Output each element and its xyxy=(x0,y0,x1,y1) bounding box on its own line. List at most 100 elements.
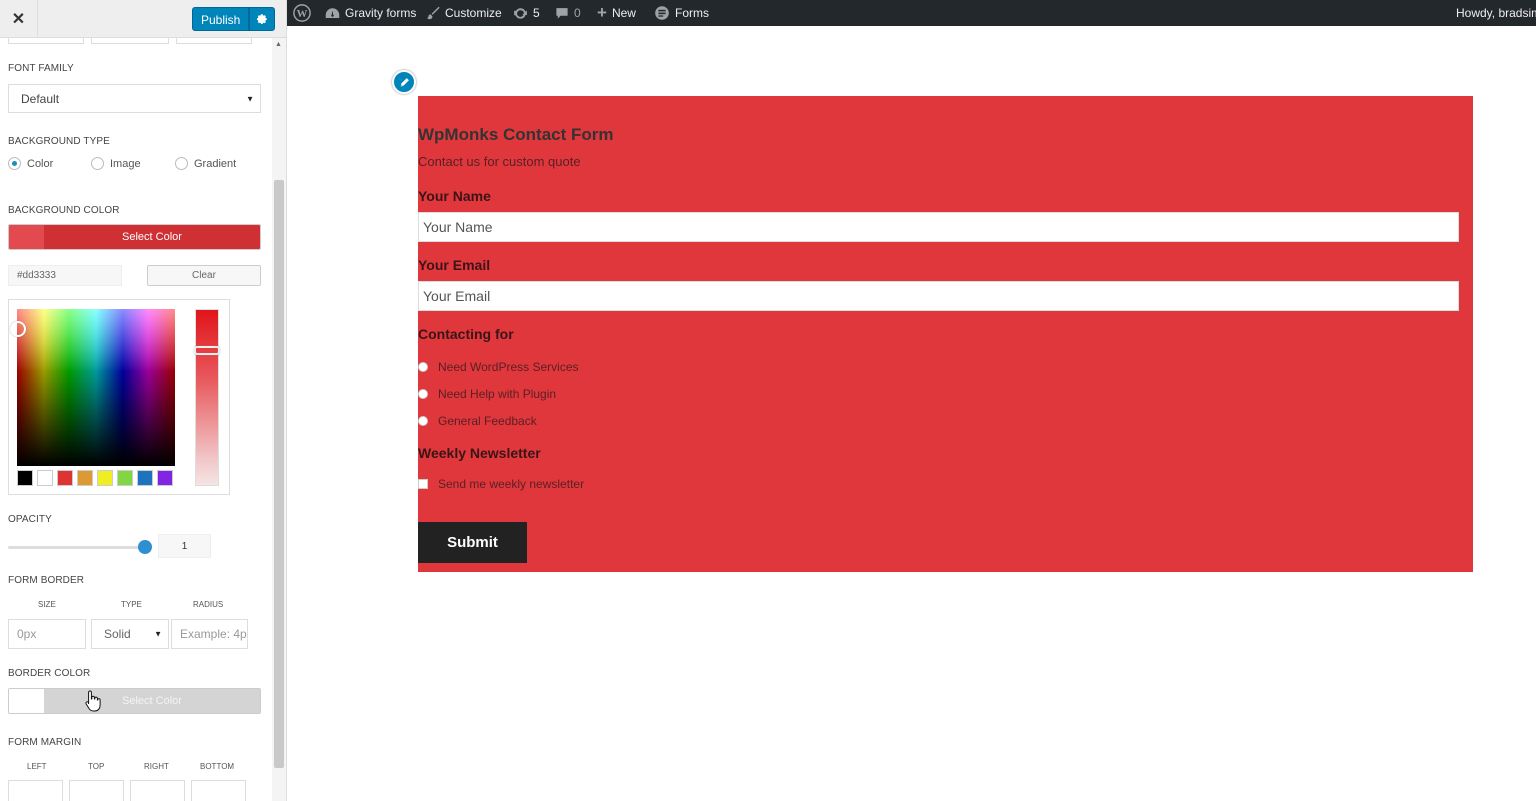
border-type-value: Solid xyxy=(104,627,131,641)
prev-field[interactable] xyxy=(91,38,169,44)
submit-button[interactable]: Submit xyxy=(418,522,527,563)
margin-right-input[interactable] xyxy=(130,780,185,801)
close-button[interactable]: ✕ xyxy=(0,0,38,38)
border-color-button[interactable]: Select Color xyxy=(8,688,261,714)
saturation-area[interactable] xyxy=(17,309,175,466)
email-input[interactable]: Your Email xyxy=(418,281,1459,311)
margin-top-input[interactable] xyxy=(69,780,124,801)
radio-circle-icon[interactable] xyxy=(418,389,428,399)
customize-label: Customize xyxy=(445,6,502,20)
plus-icon: + xyxy=(597,3,607,22)
radio-circle-icon[interactable] xyxy=(418,362,428,372)
palette-swatch[interactable] xyxy=(97,470,113,486)
radio-color[interactable]: Color xyxy=(8,157,53,170)
form-margin-label: FORM MARGIN xyxy=(8,737,82,748)
updates-count: 5 xyxy=(533,6,540,20)
comment-bubble-icon xyxy=(556,8,568,19)
border-type-select[interactable]: Solid ▼ xyxy=(91,619,169,649)
contact-option[interactable]: Need Help with Plugin xyxy=(418,387,556,401)
prev-field[interactable] xyxy=(8,38,84,44)
updates-icon xyxy=(514,7,527,19)
option-label: Send me weekly newsletter xyxy=(438,477,585,491)
border-size-label: SIZE xyxy=(38,600,56,609)
palette-swatch[interactable] xyxy=(17,470,33,486)
margin-top-label: TOP xyxy=(88,762,105,771)
font-family-select[interactable]: Default ▼ xyxy=(8,84,261,113)
radio-gradient[interactable]: Gradient xyxy=(175,157,236,170)
howdy-user-link[interactable]: Howdy, bradsim xyxy=(1456,0,1536,26)
color-palette xyxy=(17,470,173,486)
margin-left-label: LEFT xyxy=(27,762,47,771)
updates-link[interactable]: 5 xyxy=(513,0,540,26)
forms-icon xyxy=(655,6,669,20)
howdy-label: Howdy, bradsim xyxy=(1456,6,1536,20)
contact-option[interactable]: General Feedback xyxy=(418,414,537,428)
opacity-slider-handle[interactable] xyxy=(138,540,152,554)
prev-field[interactable] xyxy=(176,38,252,44)
name-input[interactable]: Your Name xyxy=(418,212,1459,242)
site-name-link[interactable]: Gravity forms xyxy=(325,0,416,26)
email-label: Your Email xyxy=(418,257,491,273)
comments-link[interactable]: 0 xyxy=(555,0,581,26)
radio-image[interactable]: Image xyxy=(91,157,141,170)
contact-option[interactable]: Need WordPress Services xyxy=(418,360,579,374)
publish-settings-button[interactable] xyxy=(249,7,276,31)
hex-color-input[interactable]: #dd3333 xyxy=(8,265,122,286)
pencil-icon xyxy=(400,77,409,87)
forms-link[interactable]: Forms xyxy=(654,0,709,26)
form-title: WpMonks Contact Form xyxy=(418,125,614,144)
publish-button[interactable]: Publish xyxy=(192,7,250,31)
hue-strip[interactable] xyxy=(195,309,219,486)
site-name: Gravity forms xyxy=(345,6,417,20)
contacting-for-label: Contacting for xyxy=(418,326,514,342)
caret-down-icon: ▼ xyxy=(246,94,254,103)
radio-circle-icon xyxy=(91,157,104,170)
scrollbar-thumb[interactable] xyxy=(274,180,284,768)
brush-icon xyxy=(427,6,440,20)
newsletter-label: Weekly Newsletter xyxy=(418,445,541,461)
hand-cursor-icon xyxy=(85,690,101,712)
radio-circle-icon[interactable] xyxy=(418,416,428,426)
palette-swatch[interactable] xyxy=(77,470,93,486)
border-size-input[interactable]: 0px xyxy=(8,619,86,649)
background-color-label: BACKGROUND COLOR xyxy=(8,205,120,216)
form-border-label: FORM BORDER xyxy=(8,575,85,586)
palette-swatch[interactable] xyxy=(57,470,73,486)
svg-text:W: W xyxy=(297,8,308,20)
newsletter-option[interactable]: Send me weekly newsletter xyxy=(418,477,584,491)
hue-handle[interactable] xyxy=(194,346,220,355)
wordpress-logo-button[interactable]: W xyxy=(293,0,311,26)
radio-circle-icon xyxy=(175,157,188,170)
margin-left-input[interactable] xyxy=(8,780,63,801)
caret-down-icon: ▼ xyxy=(154,629,162,639)
new-label: New xyxy=(611,6,636,20)
margin-right-label: RIGHT xyxy=(144,762,169,771)
margin-bottom-input[interactable] xyxy=(191,780,246,801)
palette-swatch[interactable] xyxy=(117,470,133,486)
edit-shortcut-button[interactable] xyxy=(392,70,416,94)
panel-scrollbar[interactable]: ▲ xyxy=(272,38,286,801)
opacity-slider-track[interactable] xyxy=(8,546,146,549)
saturation-handle[interactable] xyxy=(10,321,26,337)
clear-color-button[interactable]: Clear xyxy=(147,265,261,286)
palette-swatch[interactable] xyxy=(137,470,153,486)
form-description: Contact us for custom quote xyxy=(418,154,581,169)
forms-label: Forms xyxy=(675,6,709,20)
checkbox-icon[interactable] xyxy=(418,479,428,489)
new-content-link[interactable]: + New xyxy=(597,0,636,26)
background-color-button[interactable]: Select Color xyxy=(8,224,261,250)
palette-swatch[interactable] xyxy=(37,470,53,486)
color-swatch xyxy=(9,225,44,249)
border-radius-input[interactable]: Example: 4px xyxy=(171,619,248,649)
palette-swatch[interactable] xyxy=(157,470,173,486)
site-preview: WpMonks Contact Form Contact us for cust… xyxy=(287,26,1536,801)
border-radius-label: RADIUS xyxy=(193,600,224,609)
wp-admin-bar: W Gravity forms Customize 5 0 + New Form… xyxy=(287,0,1536,26)
radio-label: Color xyxy=(27,157,54,170)
previous-field-row xyxy=(8,38,264,44)
customize-link[interactable]: Customize xyxy=(426,0,502,26)
contact-form: WpMonks Contact Form Contact us for cust… xyxy=(418,96,1473,572)
option-label: Need WordPress Services xyxy=(438,360,579,374)
scroll-up-icon[interactable]: ▲ xyxy=(275,41,282,48)
opacity-input[interactable]: 1 xyxy=(158,534,211,558)
